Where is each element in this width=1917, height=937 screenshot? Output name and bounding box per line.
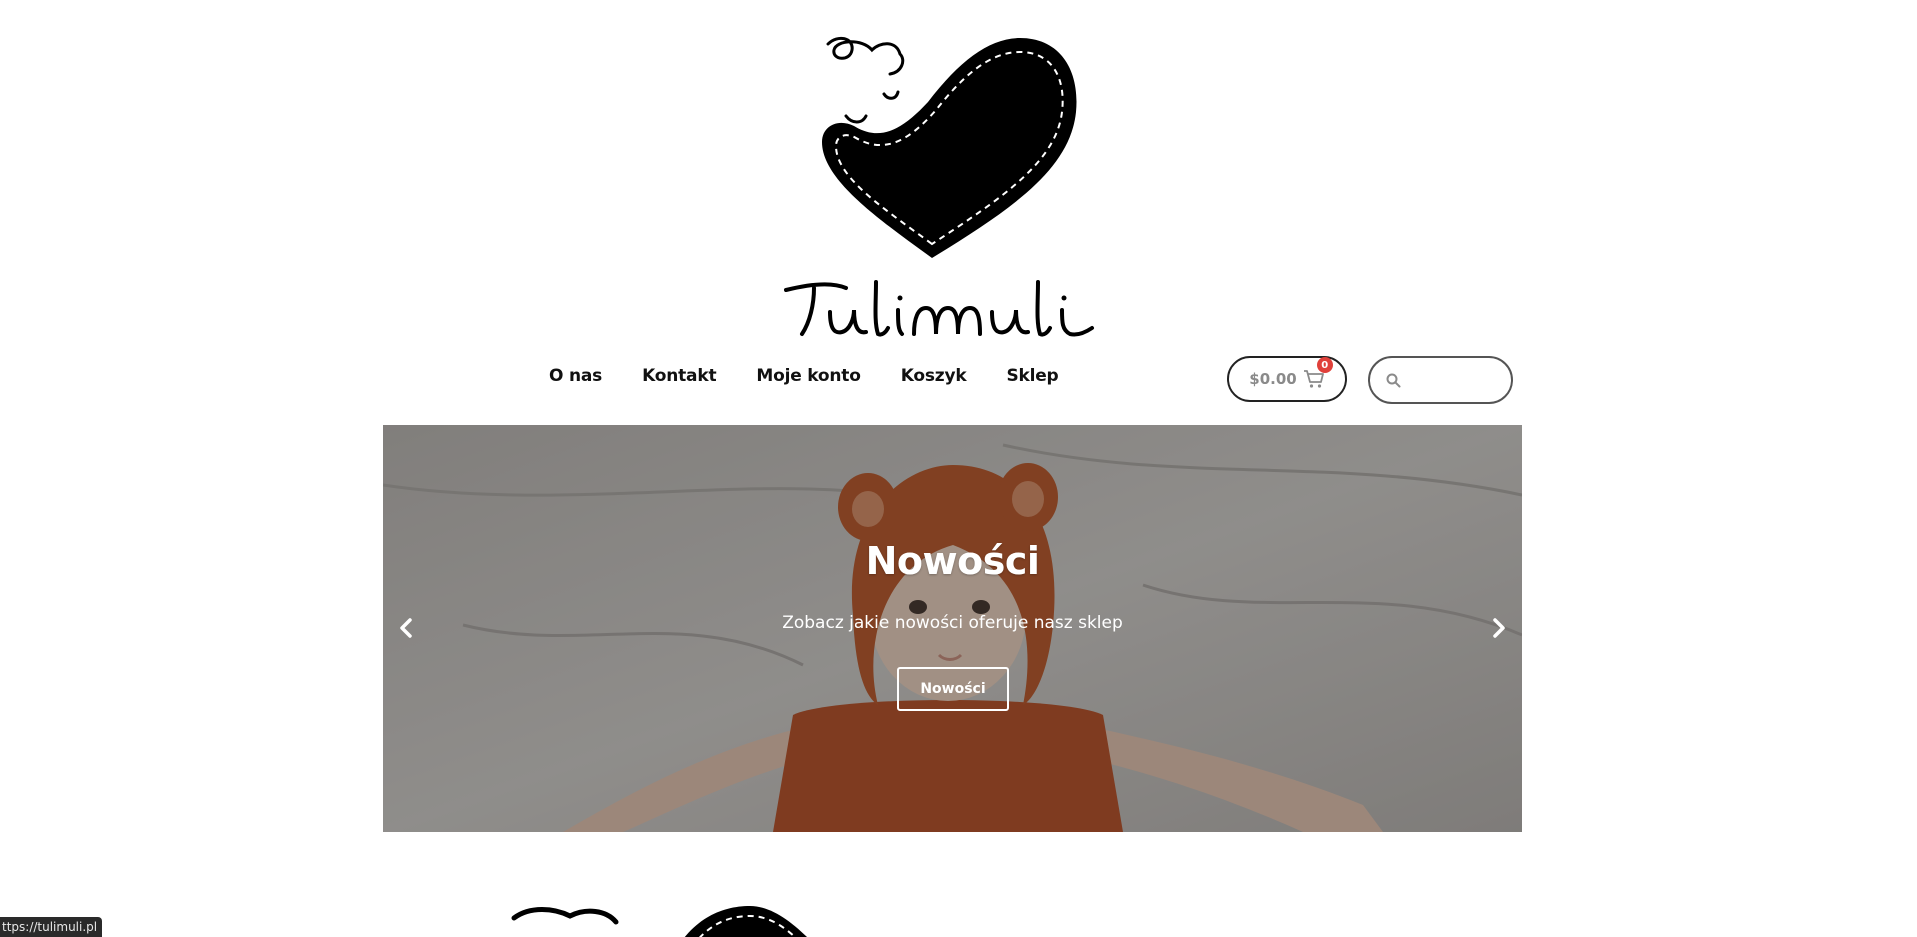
nav-item-moje-konto[interactable]: Moje konto [736,366,880,386]
status-bar-url: ttps://tulimuli.pl [0,917,103,937]
main-nav: O nas Kontakt Moje konto Koszyk Sklep [549,366,1079,386]
heart-logo-partial-icon [511,906,807,937]
cart-count-badge: 0 [1316,357,1333,373]
cart-total: $0.00 [1249,370,1297,388]
page: O nas Kontakt Moje konto Koszyk Sklep $0… [0,0,1917,937]
nav-item-sklep[interactable]: Sklep [986,366,1078,386]
cart-button[interactable]: $0.00 0 [1227,356,1347,402]
heart-logo-icon [822,36,1077,258]
nav-item-o-nas[interactable]: O nas [549,366,622,386]
slide-content: Nowości Zobacz jakie nowości oferuje nas… [383,425,1522,832]
chevron-left-icon[interactable] [393,613,419,643]
chevron-right-icon[interactable] [1486,613,1512,643]
tulimuli-wordmark-logo [784,280,1094,337]
search-input[interactable] [1409,371,1499,389]
slide-title: Nowości [865,539,1040,583]
slide-subtitle: Zobacz jakie nowości oferuje nasz sklep [782,613,1123,633]
slide-cta-button[interactable]: Nowości [897,667,1009,711]
hero-slider: Nowości Zobacz jakie nowości oferuje nas… [383,425,1522,832]
search-box[interactable] [1368,356,1513,404]
nav-item-koszyk[interactable]: Koszyk [881,366,987,386]
cart-icon: 0 [1303,357,1333,389]
search-icon [1386,373,1401,387]
nav-item-kontakt[interactable]: Kontakt [622,366,736,386]
